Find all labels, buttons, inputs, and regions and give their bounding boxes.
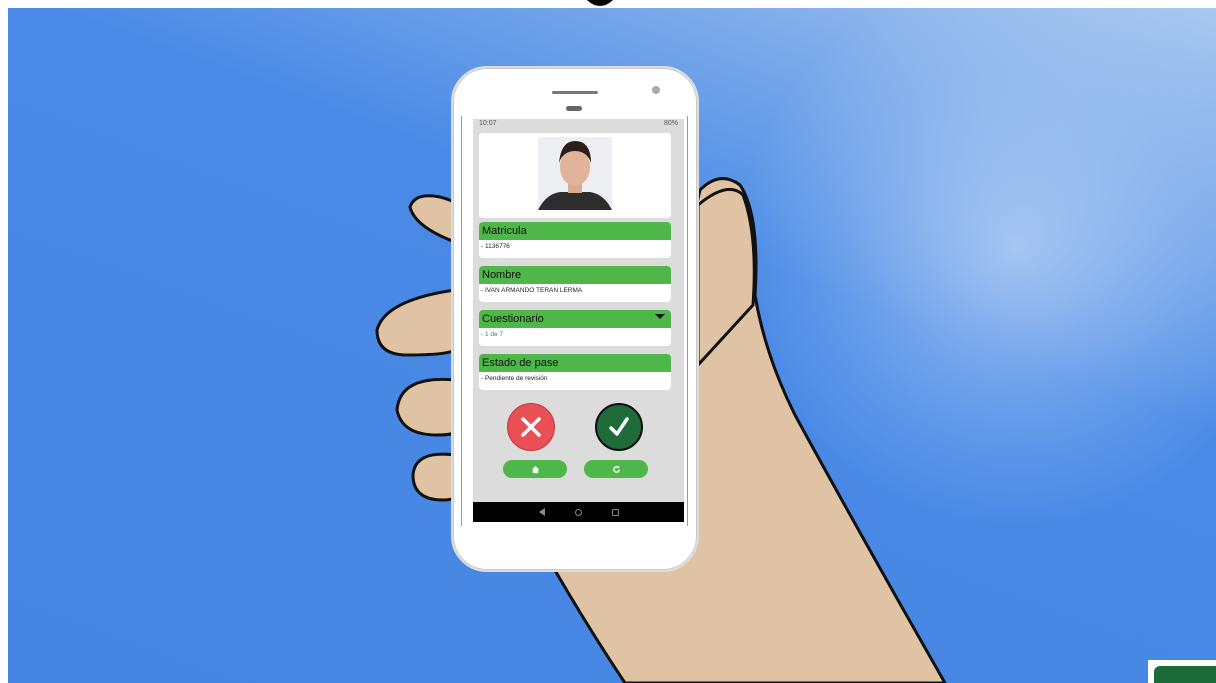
field-estado-de-pase: Estado de pase - Pendiente de revisión bbox=[479, 354, 671, 390]
field-label: Cuestionario bbox=[482, 313, 544, 325]
status-battery: 80% bbox=[663, 120, 678, 127]
recents-icon[interactable] bbox=[611, 508, 619, 516]
field-matricula: Matricula - 1136776 bbox=[479, 222, 671, 258]
field-label: Estado de pase bbox=[479, 354, 671, 372]
home-button[interactable] bbox=[503, 460, 567, 478]
status-time: 10:07 bbox=[479, 120, 497, 127]
x-icon bbox=[521, 417, 541, 437]
field-value: - IVAN ARMANDO TERAN LERMA bbox=[481, 287, 583, 294]
profile-photo bbox=[538, 137, 612, 210]
field-value: - 1 de 7 bbox=[481, 331, 504, 338]
frame-line-left bbox=[461, 116, 462, 526]
field-nombre: Nombre - IVAN ARMANDO TERAN LERMA bbox=[479, 266, 671, 302]
cuestionario-header[interactable]: Cuestionario bbox=[479, 310, 671, 328]
check-icon bbox=[609, 417, 629, 436]
status-bar: 10:07 80% bbox=[473, 119, 684, 129]
home-icon bbox=[531, 465, 539, 473]
home-circle-icon[interactable] bbox=[574, 508, 582, 516]
profile-photo-card bbox=[479, 133, 671, 218]
field-value: - Pendiente de revisión bbox=[481, 375, 548, 382]
phone-sensor bbox=[566, 106, 582, 111]
corner-logo bbox=[1148, 660, 1216, 683]
back-icon[interactable] bbox=[538, 508, 545, 516]
reject-button[interactable] bbox=[507, 403, 555, 451]
refresh-icon bbox=[612, 465, 620, 473]
phone-speaker bbox=[552, 91, 598, 94]
refresh-button[interactable] bbox=[584, 460, 648, 478]
android-nav-bar bbox=[473, 502, 684, 522]
phone-camera bbox=[652, 86, 660, 94]
field-cuestionario[interactable]: Cuestionario - 1 de 7 bbox=[479, 310, 671, 346]
dropdown-caret-icon[interactable] bbox=[655, 314, 665, 319]
field-value: - 1136776 bbox=[481, 243, 510, 250]
approve-button[interactable] bbox=[595, 403, 643, 451]
app-screen: 10:07 80% Matricula - 1136776 Nombre - I… bbox=[473, 119, 684, 522]
field-label: Matricula bbox=[479, 222, 671, 240]
frame-line-right bbox=[687, 116, 688, 526]
field-label: Nombre bbox=[479, 266, 671, 284]
phone-device: 10:07 80% Matricula - 1136776 Nombre - I… bbox=[451, 66, 699, 572]
corner-logo-mark bbox=[1154, 666, 1216, 683]
